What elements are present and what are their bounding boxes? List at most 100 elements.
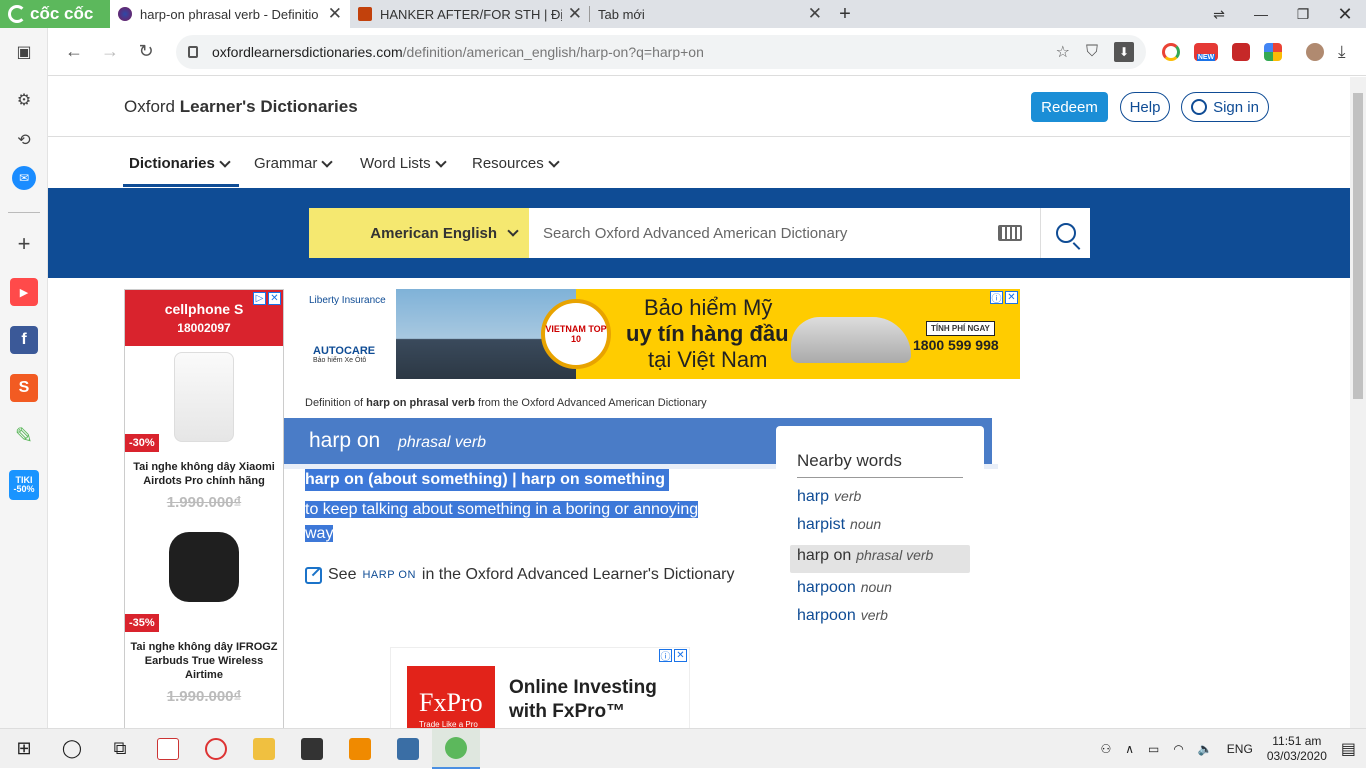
language-indicator[interactable]: ENG bbox=[1227, 742, 1253, 756]
settings-gear-icon[interactable]: ⚙ bbox=[10, 86, 38, 114]
search-circle-icon[interactable]: ◯ bbox=[48, 729, 96, 769]
source-post: from the Oxford Advanced American Dictio… bbox=[474, 397, 707, 409]
tab-new[interactable]: Tab mới ✕ bbox=[590, 0, 830, 28]
chevron-down-icon bbox=[507, 225, 519, 237]
nearby-item[interactable]: harp verb bbox=[797, 488, 861, 506]
nearby-item[interactable]: harpoon verb bbox=[797, 607, 888, 625]
history-icon[interactable]: ⟲ bbox=[10, 126, 38, 154]
nav-resources[interactable]: Resources bbox=[472, 155, 560, 172]
see-link[interactable]: HARP ON bbox=[362, 569, 415, 581]
battery-icon[interactable]: ▭ bbox=[1148, 742, 1159, 756]
source-pre: Definition of bbox=[305, 397, 367, 409]
cellphones-ad[interactable]: cellphone S 18002097 ▷ ✕ -30% Tai nghe kh… bbox=[124, 289, 284, 728]
address-bar[interactable]: oxfordlearnersdictionaries.com/definitio… bbox=[176, 34, 1146, 69]
profile-avatar[interactable] bbox=[1306, 42, 1324, 61]
ad-close-icon[interactable]: ✕ bbox=[674, 649, 687, 662]
active-nav-underline bbox=[123, 184, 239, 187]
close-tab-icon[interactable]: ✕ bbox=[808, 4, 822, 24]
product-name: Tai nghe không dây IFROGZ Earbuds True W… bbox=[130, 641, 278, 681]
maximize-button[interactable]: ❐ bbox=[1282, 0, 1324, 28]
coccoc-menu-button[interactable]: cốc cốc bbox=[0, 0, 110, 28]
tab-title: harp-on phrasal verb - Definitio bbox=[140, 6, 319, 22]
nearby-item-current[interactable]: harp on phrasal verb bbox=[797, 547, 933, 565]
nearby-item[interactable]: harpist noun bbox=[797, 516, 881, 534]
extension-color-icon[interactable] bbox=[1264, 42, 1282, 61]
discount-badge: -35% bbox=[125, 614, 159, 632]
app-icon-5[interactable] bbox=[384, 729, 432, 769]
extension-new-icon[interactable]: NEW bbox=[1194, 42, 1218, 61]
site-logo[interactable]: Oxford Learner's Dictionaries bbox=[124, 97, 358, 117]
adchoices-icon[interactable]: ⓘ bbox=[990, 291, 1003, 305]
tiki-icon[interactable]: TIKI -50% bbox=[9, 470, 39, 500]
facebook-icon[interactable]: f bbox=[10, 326, 38, 354]
download-icon[interactable]: ⬇ bbox=[1114, 41, 1134, 62]
autocare-logo: AUTOCARE Bảo hiểm Xe Ôtô bbox=[313, 345, 375, 364]
back-button[interactable]: ← bbox=[56, 34, 92, 70]
download-arrow-icon[interactable]: ⤓ bbox=[1338, 42, 1346, 62]
fxpro-ad[interactable]: ⓘ ✕ FxPro Trade Like a Pro Online Investin… bbox=[390, 647, 690, 728]
keyboard-icon[interactable] bbox=[998, 225, 1022, 241]
messenger-icon[interactable]: ✉ bbox=[12, 166, 36, 190]
nav-label: Dictionaries bbox=[129, 155, 215, 172]
tab-hanker[interactable]: HANKER AFTER/FOR STH | Định nghĩa ✕ bbox=[350, 0, 590, 28]
nav-grammar[interactable]: Grammar bbox=[254, 155, 334, 172]
tab-title: Tab mới bbox=[598, 6, 645, 22]
shield-icon[interactable]: ⛉ bbox=[1086, 43, 1098, 61]
adchoices-icon[interactable]: ⓘ bbox=[659, 649, 672, 663]
chevron-up-icon[interactable]: ∧ bbox=[1125, 742, 1134, 756]
people-icon[interactable]: ⚇ bbox=[1100, 742, 1111, 756]
help-button[interactable]: Help bbox=[1120, 92, 1170, 122]
wifi-icon[interactable]: ◠ bbox=[1173, 742, 1183, 756]
coccoc-taskbar-icon[interactable] bbox=[432, 728, 480, 769]
sign-in-button[interactable]: Sign in bbox=[1181, 92, 1269, 122]
ad-close-icon[interactable]: ✕ bbox=[268, 292, 281, 305]
app-icon-3[interactable] bbox=[288, 729, 336, 769]
part-of-speech: phrasal verb bbox=[398, 434, 487, 451]
close-tab-icon[interactable]: ✕ bbox=[328, 4, 342, 24]
nearby-item[interactable]: harpoon noun bbox=[797, 579, 892, 597]
nav-word-lists[interactable]: Word Lists bbox=[360, 155, 447, 172]
redeem-button[interactable]: Redeem bbox=[1031, 92, 1108, 122]
ad-product[interactable]: -30% Tai nghe không dây Xiaomi Airdots P… bbox=[125, 352, 283, 511]
app-icon-4[interactable] bbox=[336, 729, 384, 769]
tab-harp-on[interactable]: harp-on phrasal verb - Definitio ✕ bbox=[110, 0, 350, 28]
extension-chrome-icon[interactable] bbox=[1162, 42, 1180, 61]
search-input[interactable]: Search Oxford Advanced American Dictiona… bbox=[529, 208, 1040, 258]
scrollbar-thumb[interactable] bbox=[1353, 93, 1363, 399]
youtube-icon[interactable]: ▶ bbox=[10, 278, 38, 306]
fxpro-text-1: Online Investing bbox=[509, 677, 657, 698]
reload-button[interactable]: ↻ bbox=[128, 34, 164, 70]
page-scrollbar[interactable] bbox=[1350, 77, 1366, 728]
sidebar-divider bbox=[8, 212, 40, 213]
liberty-insurance-ad[interactable]: Liberty Insurance AUTOCARE Bảo hiểm Xe Ôt… bbox=[301, 289, 1020, 379]
adchoices-icon[interactable]: ▷ bbox=[253, 292, 266, 305]
search-button[interactable] bbox=[1040, 208, 1090, 258]
app-icon-2[interactable] bbox=[192, 729, 240, 769]
close-window-button[interactable]: ✕ bbox=[1324, 0, 1366, 28]
extension-red-icon[interactable] bbox=[1232, 42, 1250, 61]
nav-label: Word Lists bbox=[360, 155, 431, 172]
coccoc-dictionary-icon[interactable]: ✎ bbox=[10, 422, 38, 450]
clock-time: 11:51 am bbox=[1272, 733, 1322, 748]
windows-start-icon[interactable]: ⊞ bbox=[0, 729, 48, 769]
oxford-favicon-icon bbox=[118, 7, 132, 21]
restore-session-icon[interactable]: ⇌ bbox=[1198, 0, 1240, 28]
shopee-icon[interactable]: S bbox=[10, 374, 38, 402]
new-tab-button[interactable]: + bbox=[830, 0, 860, 28]
minimize-button[interactable]: — bbox=[1240, 0, 1282, 28]
ad-product[interactable]: -35% Tai nghe không dây IFROGZ Earbuds T… bbox=[125, 532, 283, 705]
add-app-icon[interactable]: + bbox=[10, 230, 38, 258]
clock[interactable]: 11:51 am 03/03/2020 bbox=[1267, 734, 1327, 764]
notification-icon[interactable]: ▤ bbox=[1341, 739, 1356, 759]
dictionary-select[interactable]: American English bbox=[309, 208, 529, 258]
ad-close-icon[interactable]: ✕ bbox=[1005, 291, 1018, 304]
volume-icon[interactable]: 🔈 bbox=[1198, 742, 1213, 756]
bookmark-star-icon[interactable]: ☆ bbox=[1056, 42, 1070, 62]
task-view-icon[interactable]: ⧉ bbox=[96, 729, 144, 769]
nav-dictionaries[interactable]: Dictionaries bbox=[129, 155, 231, 172]
sidebar-toggle-icon[interactable]: ▣ bbox=[10, 38, 38, 66]
forward-button[interactable]: → bbox=[92, 34, 128, 70]
file-explorer-icon[interactable] bbox=[240, 729, 288, 769]
close-tab-icon[interactable]: ✕ bbox=[568, 4, 582, 24]
app-icon-1[interactable] bbox=[144, 729, 192, 769]
